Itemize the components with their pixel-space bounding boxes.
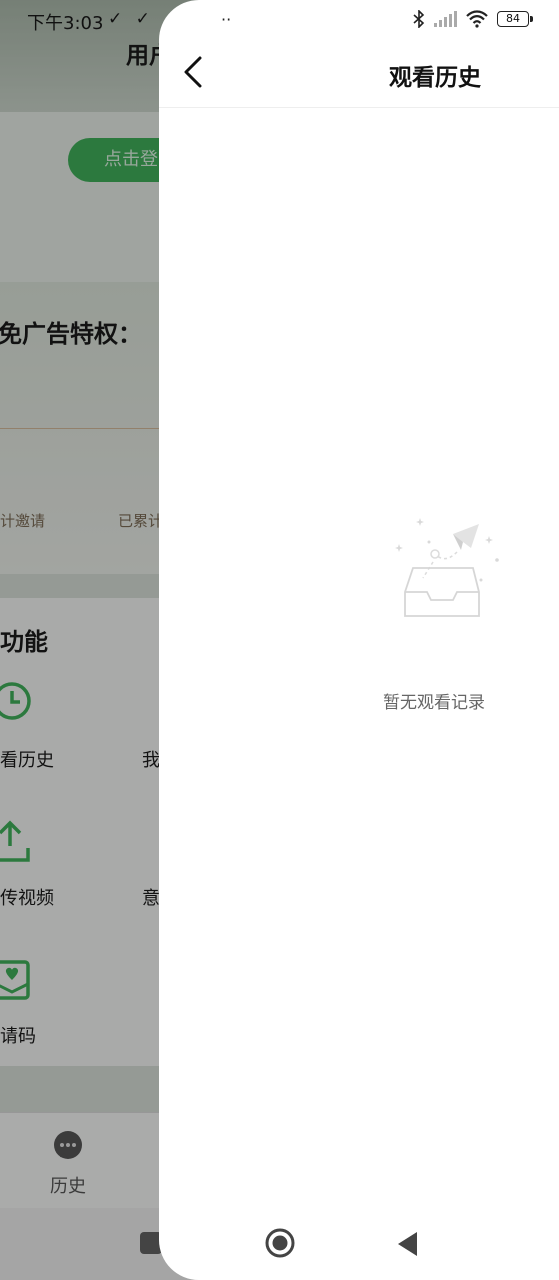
signal-icon (434, 11, 457, 27)
system-nav-bar (159, 1208, 559, 1280)
status-dots: ·· (221, 10, 232, 29)
battery-indicator: 84 (497, 11, 533, 27)
drawer-header: 观看历史 (159, 40, 559, 108)
wifi-icon (466, 10, 488, 28)
status-time: 下午3:03 (27, 13, 104, 34)
history-drawer: ·· 84 观看历史 暂无观看记录 (159, 0, 559, 1280)
empty-state-message: 暂无观看记录 (383, 693, 485, 713)
home-icon[interactable] (264, 1227, 296, 1259)
status-bar: ·· 84 (159, 0, 559, 40)
empty-inbox-icon (395, 518, 499, 617)
chevron-left-icon (184, 56, 202, 88)
bluetooth-icon (413, 10, 425, 28)
back-button[interactable] (175, 52, 211, 92)
back-triangle-icon[interactable] (395, 1230, 419, 1258)
page-title: 观看历史 (389, 65, 481, 91)
